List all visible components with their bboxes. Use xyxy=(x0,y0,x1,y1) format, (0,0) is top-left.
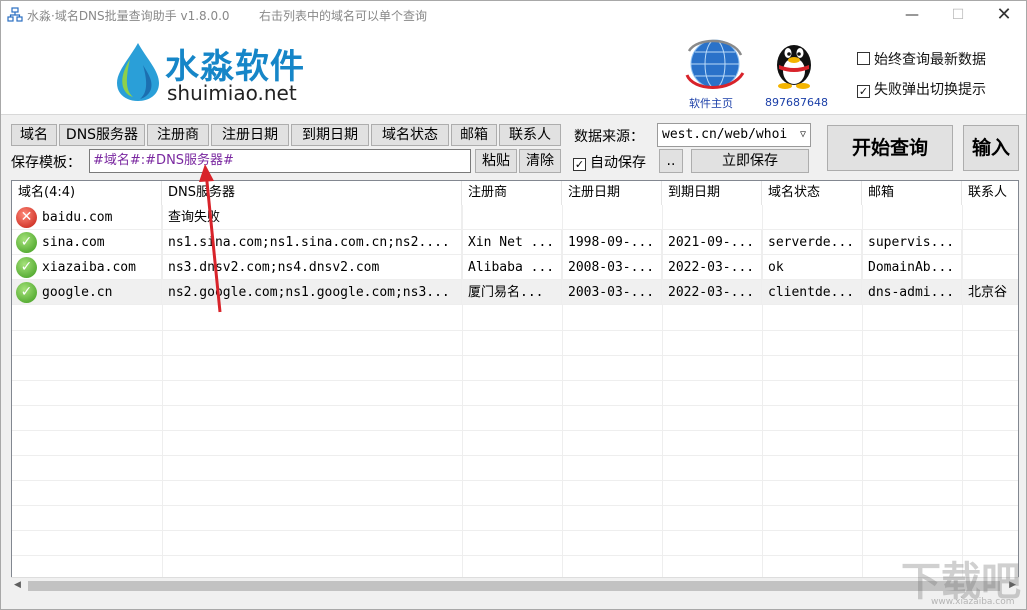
grid-line xyxy=(12,430,1018,431)
cell-reg-date: 1998-09-... xyxy=(562,230,662,255)
field-button-status[interactable]: 域名状态 xyxy=(371,124,449,146)
grid-line xyxy=(12,530,1018,531)
cell-domain: xiazaiba.com xyxy=(12,255,162,280)
checkbox-box-checked[interactable]: ✓ xyxy=(573,158,586,171)
grid-line xyxy=(12,555,1018,556)
grid-line xyxy=(12,480,1018,481)
field-button-contact[interactable]: 联系人 xyxy=(499,124,561,146)
source-select-value: west.cn/web/whoi xyxy=(662,127,788,142)
source-label: 数据来源： xyxy=(574,129,644,145)
grid-line xyxy=(12,405,1018,406)
horizontal-scrollbar[interactable]: ◀ ▶ xyxy=(11,577,1019,594)
always-latest-checkbox[interactable]: 始终查询最新数据 xyxy=(857,49,986,69)
grid-line xyxy=(12,455,1018,456)
column-header[interactable]: 注册商 xyxy=(462,181,562,205)
table-row[interactable]: ✓ sina.com ns1.sina.com;ns1.sina.com.cn;… xyxy=(12,230,1018,255)
fail-prompt-label: 失败弹出切换提示 xyxy=(874,82,986,98)
scroll-left-icon[interactable]: ◀ xyxy=(14,580,21,590)
cell-registrar: Alibaba ... xyxy=(462,255,562,280)
save-now-button[interactable]: 立即保存 xyxy=(691,149,809,173)
fail-prompt-checkbox[interactable]: ✓ 失败弹出切换提示 xyxy=(857,79,986,99)
cell-registrar: Xin Net ... xyxy=(462,230,562,255)
template-input[interactable]: #域名#:#DNS服务器# xyxy=(89,149,471,173)
header-banner: 水淼软件 shuimiao.net 软件主页 897687648 始终查询最新数… xyxy=(1,29,1026,115)
always-latest-label: 始终查询最新数据 xyxy=(874,52,986,68)
column-header[interactable]: DNS服务器 xyxy=(162,181,462,205)
chevron-down-icon: ▽ xyxy=(799,129,806,140)
column-header[interactable]: 到期日期 xyxy=(662,181,762,205)
network-app-icon xyxy=(7,7,23,22)
homepage-link[interactable]: 软件主页 xyxy=(689,95,733,111)
cell-reg-date: 2003-03-... xyxy=(562,280,662,305)
cell-domain: baidu.com xyxy=(12,205,162,230)
window-hint: 右击列表中的域名可以单个查询 xyxy=(259,9,428,23)
table-row[interactable]: ✓ google.cn ns2.google.com;ns1.google.co… xyxy=(12,280,1018,305)
window-title: 水淼·域名DNS批量查询助手 v1.8.0.0 xyxy=(27,9,230,23)
paste-button[interactable]: 粘贴 xyxy=(475,149,517,173)
column-header[interactable]: 注册日期 xyxy=(562,181,662,205)
table-row[interactable]: ✓ xiazaiba.com ns3.dnsv2.com;ns4.dnsv2.c… xyxy=(12,255,1018,280)
template-label: 保存模板： xyxy=(11,155,81,171)
watermark-url: www.xiazaiba.com xyxy=(931,597,1015,607)
cell-dns: ns2.google.com;ns1.google.com;ns3... xyxy=(162,280,462,305)
field-button-registrar[interactable]: 注册商 xyxy=(147,124,209,146)
qq-penguin-icon[interactable] xyxy=(771,35,817,89)
cell-expiry-date: 2021-09-... xyxy=(662,230,762,255)
field-button-domain[interactable]: 域名 xyxy=(11,124,57,146)
cell-status: serverde... xyxy=(762,230,862,255)
globe-homepage-icon[interactable] xyxy=(683,35,747,93)
cell-expiry-date: 2022-03-... xyxy=(662,255,762,280)
auto-save-checkbox[interactable]: ✓ 自动保存 xyxy=(573,152,646,172)
field-button-dns[interactable]: DNS服务器 xyxy=(59,124,145,146)
title-bar: 水淼·域名DNS批量查询助手 v1.8.0.0 右击列表中的域名可以单个查询 —… xyxy=(1,1,1026,29)
start-query-button[interactable]: 开始查询 xyxy=(827,125,953,171)
cell-dns: 查询失败 xyxy=(162,205,462,230)
cell-dns: ns3.dnsv2.com;ns4.dnsv2.com xyxy=(162,255,462,280)
table-header: 域名(4:4) DNS服务器 注册商 注册日期 到期日期 域名状态 邮箱 联系人 xyxy=(12,181,1018,205)
results-table[interactable]: 域名(4:4) DNS服务器 注册商 注册日期 到期日期 域名状态 邮箱 联系人… xyxy=(11,180,1019,594)
column-header[interactable]: 域名状态 xyxy=(762,181,862,205)
logo-subtitle: shuimiao.net xyxy=(167,81,297,105)
grid-line xyxy=(12,505,1018,506)
grid-line xyxy=(12,380,1018,381)
scrollbar-thumb[interactable] xyxy=(28,581,1000,591)
qq-number[interactable]: 897687648 xyxy=(765,96,828,109)
close-button[interactable]: ✕ xyxy=(981,1,1026,29)
checkbox-box-checked[interactable]: ✓ xyxy=(857,85,870,98)
auto-save-label: 自动保存 xyxy=(590,155,646,171)
app-window: 水淼·域名DNS批量查询助手 v1.8.0.0 右击列表中的域名可以单个查询 —… xyxy=(0,0,1027,610)
column-header[interactable]: 联系人 xyxy=(962,181,1018,205)
cell-reg-date: 2008-03-... xyxy=(562,255,662,280)
cell-status: ok xyxy=(762,255,862,280)
source-select[interactable]: west.cn/web/whoi ▽ xyxy=(657,123,811,147)
table-row[interactable]: ✕ baidu.com 查询失败 xyxy=(12,205,1018,230)
input-button[interactable]: 输入 xyxy=(963,125,1019,171)
grid-line xyxy=(12,330,1018,331)
minimize-button[interactable]: — xyxy=(889,1,935,29)
maximize-button[interactable]: ☐ xyxy=(935,1,981,29)
cell-dns: ns1.sina.com;ns1.sina.com.cn;ns2.... xyxy=(162,230,462,255)
checkbox-box[interactable] xyxy=(857,52,870,65)
clear-button[interactable]: 清除 xyxy=(519,149,561,173)
cell-domain: sina.com xyxy=(12,230,162,255)
cell-status: clientde... xyxy=(762,280,862,305)
grid-line xyxy=(12,355,1018,356)
cell-email: supervis... xyxy=(862,230,962,255)
cell-email: dns-admi... xyxy=(862,280,962,305)
column-header[interactable]: 域名(4:4) xyxy=(12,181,162,205)
cell-registrar: 厦门易名... xyxy=(462,280,562,305)
column-header[interactable]: 邮箱 xyxy=(862,181,962,205)
field-button-expiry-date[interactable]: 到期日期 xyxy=(291,124,369,146)
cell-email: DomainAb... xyxy=(862,255,962,280)
water-drop-logo-icon xyxy=(117,43,159,101)
field-button-email[interactable]: 邮箱 xyxy=(451,124,497,146)
browse-button[interactable]: .. xyxy=(659,149,683,173)
cell-expiry-date: 2022-03-... xyxy=(662,280,762,305)
cell-contact: 北京谷 xyxy=(962,280,1018,305)
cell-domain: google.cn xyxy=(12,280,162,305)
field-button-reg-date[interactable]: 注册日期 xyxy=(211,124,289,146)
